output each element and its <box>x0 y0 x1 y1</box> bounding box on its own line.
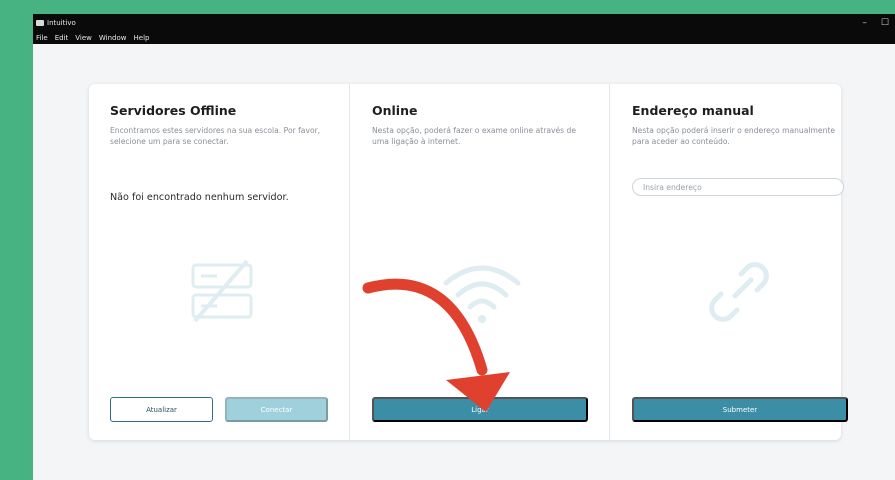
menu-view[interactable]: View <box>75 34 92 42</box>
minimize-button[interactable]: – <box>862 18 867 28</box>
wifi-icon <box>443 265 521 323</box>
offline-servers-panel: Servidores Offline Encontramos estes ser… <box>89 84 349 440</box>
menu-bar: File Edit View Window Help <box>33 32 895 44</box>
address-input[interactable] <box>632 178 844 196</box>
manual-address-panel: Endereço manual Nesta opção poderá inser… <box>609 84 848 440</box>
connect-server-button[interactable]: Conectar <box>225 397 328 422</box>
menu-window[interactable]: Window <box>99 34 127 42</box>
menu-help[interactable]: Help <box>134 34 150 42</box>
title-bar: Intuitivo – ☐ <box>33 14 895 32</box>
menu-edit[interactable]: Edit <box>55 34 69 42</box>
online-description: Nesta opção, poderá fazer o exame online… <box>372 126 577 146</box>
window-controls: – ☐ <box>862 18 889 28</box>
server-off-icon <box>191 259 253 323</box>
manual-title: Endereço manual <box>632 103 754 118</box>
online-panel: Online Nesta opção, poderá fazer o exame… <box>349 84 610 440</box>
refresh-button[interactable]: Atualizar <box>110 397 213 422</box>
offline-description: Encontramos estes servidores na sua esco… <box>110 126 321 146</box>
app-content: Servidores Offline Encontramos estes ser… <box>33 44 895 480</box>
connect-online-button[interactable]: Ligar <box>372 397 588 422</box>
window-title: Intuitivo <box>47 19 76 27</box>
connection-card: Servidores Offline Encontramos estes ser… <box>89 84 848 440</box>
manual-description: Nesta opção poderá inserir o endereço ma… <box>632 126 836 146</box>
no-server-message: Não foi encontrado nenhum servidor. <box>110 192 289 203</box>
link-icon <box>709 262 769 322</box>
submit-address-button[interactable]: Submeter <box>632 397 848 422</box>
app-icon <box>36 20 44 26</box>
online-title: Online <box>372 103 418 118</box>
offline-title: Servidores Offline <box>110 103 237 118</box>
menu-file[interactable]: File <box>36 34 48 42</box>
maximize-button[interactable]: ☐ <box>881 18 889 28</box>
